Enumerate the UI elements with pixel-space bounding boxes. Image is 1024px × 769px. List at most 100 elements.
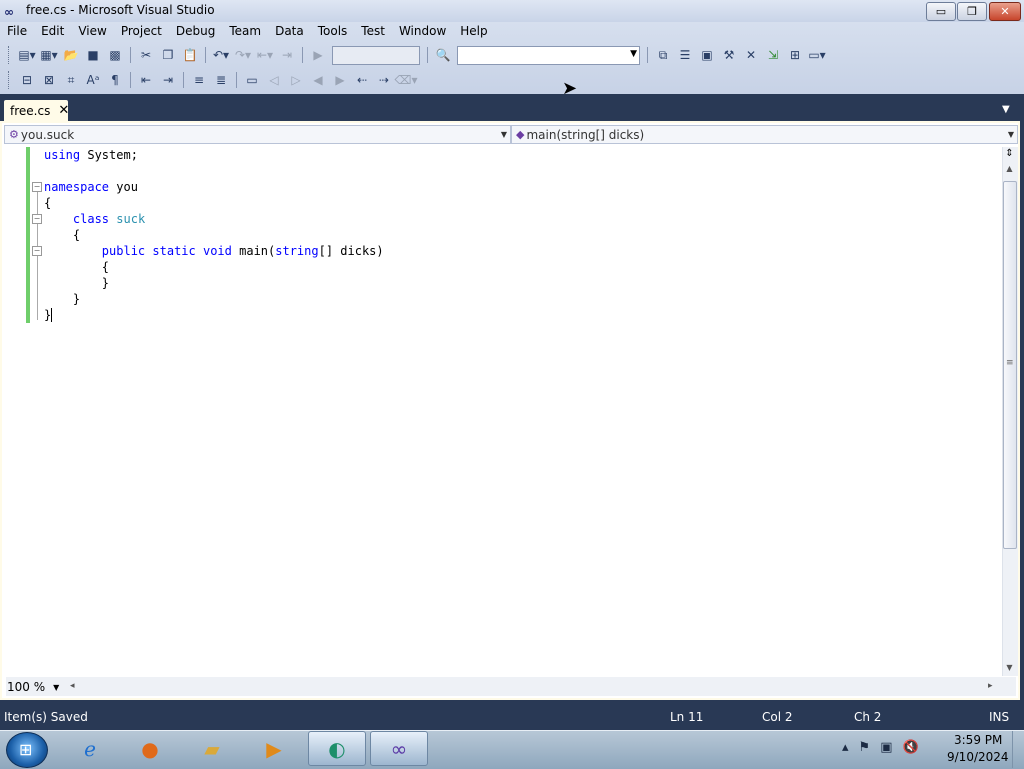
media-player-icon[interactable]: ▶ bbox=[246, 731, 302, 766]
type-scope-combo[interactable]: ⚙ you.suck ▼ bbox=[4, 125, 511, 144]
uncomment-icon[interactable]: ≣ bbox=[211, 70, 231, 90]
menu-edit[interactable]: Edit bbox=[34, 22, 71, 42]
member-scope-combo[interactable]: ◆ main(string[] dicks) ▼ bbox=[511, 125, 1018, 144]
undo-icon[interactable]: ↶▾ bbox=[211, 45, 231, 65]
comment-icon[interactable]: ≡ bbox=[189, 70, 209, 90]
find-combo-arrow-icon[interactable]: ▼ bbox=[630, 49, 637, 59]
chevron-down-icon[interactable]: ▼ bbox=[1008, 130, 1014, 139]
code-line[interactable]: class suck bbox=[44, 211, 384, 227]
code-line[interactable]: { bbox=[44, 195, 384, 211]
code-line[interactable]: { bbox=[44, 227, 384, 243]
tab-free-cs[interactable]: free.cs ✕ bbox=[4, 100, 69, 121]
open-folder-icon[interactable]: 📂 bbox=[61, 45, 81, 65]
object-browser-icon[interactable]: ▣ bbox=[697, 45, 717, 65]
show-desktop-button[interactable] bbox=[1012, 731, 1024, 768]
navigate-forward-icon[interactable]: ⇥ bbox=[277, 45, 297, 65]
scroll-up-icon[interactable]: ▲ bbox=[1003, 164, 1016, 173]
solution-configuration-combo[interactable] bbox=[332, 45, 420, 65]
action-center-flag-icon[interactable]: ⚑ bbox=[859, 740, 871, 755]
menu-window[interactable]: Window bbox=[392, 22, 453, 42]
chevron-down-icon[interactable]: ▼ bbox=[1002, 104, 1010, 115]
paste-icon[interactable]: 📋 bbox=[180, 45, 200, 65]
parameter-info-icon[interactable]: ⊠ bbox=[39, 70, 59, 90]
close-icon[interactable]: ✕ bbox=[58, 103, 69, 118]
extension-manager-icon[interactable]: ⇲ bbox=[763, 45, 783, 65]
properties-icon[interactable]: ☰ bbox=[675, 45, 695, 65]
show-hidden-icons-icon[interactable]: ▴ bbox=[842, 740, 849, 755]
solution-explorer-icon[interactable]: ⧉ bbox=[653, 45, 673, 65]
previous-bookmark-folder-icon[interactable]: ◀ bbox=[308, 70, 328, 90]
toggle-bookmark-icon[interactable]: ▭ bbox=[242, 70, 262, 90]
previous-bookmark-icon[interactable]: ◁ bbox=[264, 70, 284, 90]
toolbar-grip[interactable] bbox=[8, 71, 12, 89]
restore-button[interactable]: ❐ bbox=[957, 2, 987, 21]
clock-date[interactable]: 9/10/2024 bbox=[947, 750, 1009, 764]
class-view-icon[interactable]: ⊞ bbox=[785, 45, 805, 65]
start-page-icon[interactable]: ✕ bbox=[741, 45, 761, 65]
visual-studio-taskbar-icon[interactable]: ∞ bbox=[370, 731, 428, 766]
chevron-down-icon[interactable]: ▼ bbox=[53, 683, 59, 692]
add-item-icon[interactable]: ▦▾ bbox=[39, 45, 59, 65]
save-icon[interactable]: ■ bbox=[83, 45, 103, 65]
clear-bookmarks-icon[interactable]: ⌫▾ bbox=[395, 70, 418, 90]
word-completion-icon[interactable]: Aᵃ bbox=[83, 70, 103, 90]
new-project-icon[interactable]: ▤▾ bbox=[17, 45, 37, 65]
collapse-class-icon[interactable]: − bbox=[32, 214, 42, 224]
network-icon[interactable]: ▣ bbox=[880, 740, 892, 755]
internet-explorer-icon[interactable]: ℯ bbox=[62, 731, 118, 766]
menu-data[interactable]: Data bbox=[268, 22, 311, 42]
list-members-icon[interactable]: ⊟ bbox=[17, 70, 37, 90]
toolbar-grip[interactable] bbox=[8, 46, 12, 64]
save-all-icon[interactable]: ▩ bbox=[105, 45, 125, 65]
collapse-method-icon[interactable]: − bbox=[32, 246, 42, 256]
previous-bookmark-document-icon[interactable]: ⇠ bbox=[352, 70, 372, 90]
collapse-namespace-icon[interactable]: − bbox=[32, 182, 42, 192]
menu-project[interactable]: Project bbox=[114, 22, 169, 42]
splitter-icon[interactable]: ⇕ bbox=[1003, 148, 1016, 162]
code-line[interactable]: } bbox=[44, 291, 384, 307]
menu-debug[interactable]: Debug bbox=[169, 22, 222, 42]
code-editor[interactable]: using System; namespace you{ class suck {… bbox=[44, 147, 384, 323]
menu-team[interactable]: Team bbox=[222, 22, 268, 42]
next-bookmark-document-icon[interactable]: ⇢ bbox=[374, 70, 394, 90]
firefox-icon[interactable]: ● bbox=[122, 731, 178, 766]
find-combo[interactable]: ▼ bbox=[457, 45, 640, 65]
minimize-button[interactable]: ▭ bbox=[926, 2, 956, 21]
code-line[interactable]: { bbox=[44, 259, 384, 275]
code-line[interactable]: namespace you bbox=[44, 179, 384, 195]
file-explorer-icon[interactable]: ▰ bbox=[184, 731, 240, 766]
scroll-down-icon[interactable]: ▼ bbox=[1003, 663, 1016, 672]
menu-file[interactable]: File bbox=[0, 22, 34, 42]
copy-icon[interactable]: ❐ bbox=[158, 45, 178, 65]
scroll-left-icon[interactable]: ◂ bbox=[70, 681, 75, 691]
decrease-indent-icon[interactable]: ⇤ bbox=[136, 70, 156, 90]
find-in-files-icon[interactable]: 🔍 bbox=[433, 45, 453, 65]
code-line[interactable]: } bbox=[44, 275, 384, 291]
increase-indent-icon[interactable]: ⇥ bbox=[158, 70, 178, 90]
code-line[interactable]: using System; bbox=[44, 147, 384, 163]
next-bookmark-icon[interactable]: ▷ bbox=[286, 70, 306, 90]
green-app-icon[interactable]: ◐ bbox=[308, 731, 366, 766]
zoom-combo[interactable]: 100 % ▼ bbox=[7, 679, 65, 695]
quick-info-icon[interactable]: ⌗ bbox=[61, 70, 81, 90]
code-line[interactable]: } bbox=[44, 307, 384, 323]
code-line[interactable] bbox=[44, 163, 384, 179]
code-line[interactable]: public static void main(string[] dicks) bbox=[44, 243, 384, 259]
command-window-icon[interactable]: ▭▾ bbox=[807, 45, 827, 65]
redo-icon[interactable]: ↷▾ bbox=[233, 45, 253, 65]
start-debugging-icon[interactable]: ▶ bbox=[308, 45, 328, 65]
clock-time[interactable]: 3:59 PM bbox=[954, 733, 1002, 747]
cut-icon[interactable]: ✂ bbox=[136, 45, 156, 65]
scroll-right-icon[interactable]: ▸ bbox=[988, 681, 993, 691]
menu-test[interactable]: Test bbox=[354, 22, 392, 42]
close-button[interactable]: ✕ bbox=[989, 2, 1021, 21]
menu-view[interactable]: View bbox=[71, 22, 113, 42]
complete-word-icon[interactable]: ¶ bbox=[105, 70, 125, 90]
menu-help[interactable]: Help bbox=[453, 22, 494, 42]
menu-tools[interactable]: Tools bbox=[311, 22, 355, 42]
navigate-back-icon[interactable]: ⇤▾ bbox=[255, 45, 275, 65]
volume-muted-icon[interactable]: 🔇 bbox=[902, 740, 918, 755]
chevron-down-icon[interactable]: ▼ bbox=[501, 130, 507, 139]
toolbox-icon[interactable]: ⚒ bbox=[719, 45, 739, 65]
horizontal-scrollbar[interactable] bbox=[6, 677, 1016, 696]
